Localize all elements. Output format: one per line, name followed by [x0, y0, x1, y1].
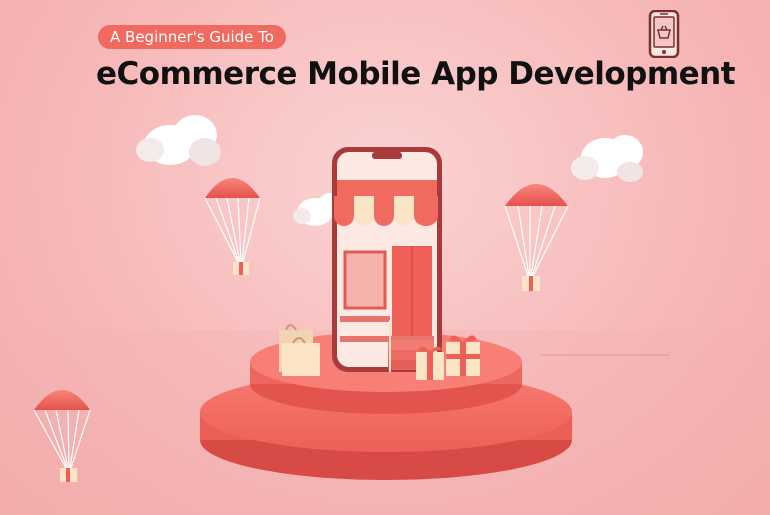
- shop-scene: [0, 115, 770, 515]
- cloud-left: [136, 115, 221, 166]
- cloud-right: [571, 135, 643, 182]
- awning: [334, 196, 438, 226]
- parachute-gift-right: [504, 184, 569, 291]
- phone-storefront: [332, 147, 442, 372]
- banner-illustration: A Beginner's Guide To eCommerce Mobile A…: [0, 0, 770, 515]
- parachute-gift-left: [204, 178, 261, 275]
